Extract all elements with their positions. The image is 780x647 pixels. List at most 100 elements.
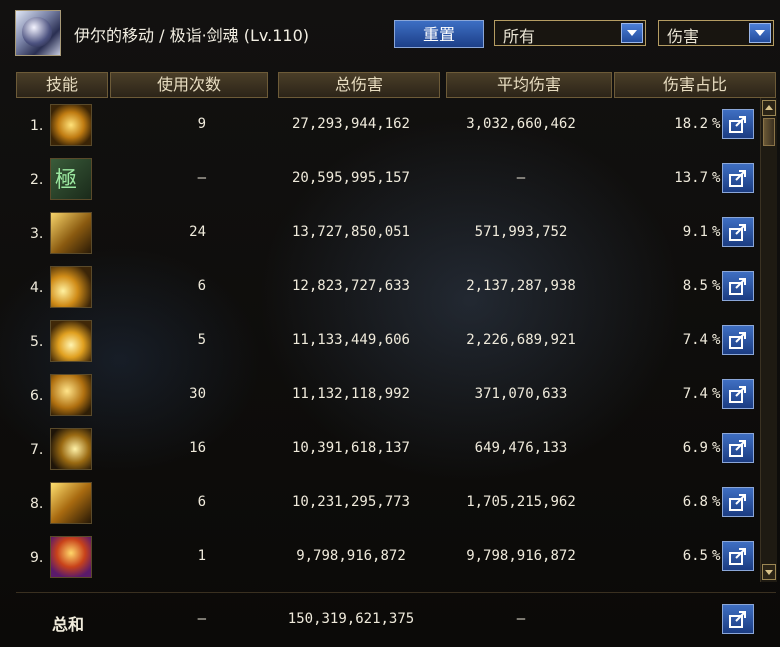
percent-sign: % <box>712 278 721 294</box>
character-avatar <box>15 10 61 56</box>
column-header-uses[interactable]: 使用次数 <box>110 72 268 98</box>
share-button[interactable] <box>722 487 754 517</box>
row-uses: 6 <box>197 494 206 510</box>
percent-sign: % <box>712 548 721 564</box>
percent-sign: % <box>712 386 721 402</box>
row-total-damage: 11,133,449,606 <box>291 332 410 348</box>
crescent-skill-icon <box>50 428 92 470</box>
row-total-damage: 13,727,850,051 <box>291 224 410 240</box>
row-average-damage: 2,137,287,938 <box>466 278 576 294</box>
row-uses: 1 <box>197 548 206 564</box>
share-button[interactable] <box>722 379 754 409</box>
row-average-damage: 2,226,689,921 <box>466 332 576 348</box>
row-average-damage: – <box>516 170 526 186</box>
row-total-damage: 11,132,118,992 <box>291 386 410 402</box>
percent-sign: % <box>712 170 721 186</box>
row-rank: 6. <box>30 388 44 404</box>
row-average-damage: 1,705,215,962 <box>466 494 576 510</box>
row-average-damage: 371,070,633 <box>474 386 568 402</box>
table-header: 技能 使用次数 总伤害 平均伤害 伤害占比 <box>16 72 778 98</box>
table-row[interactable]: 2. 極 – 20,595,995,157 – 13.7 % <box>16 152 760 206</box>
total-uses: – <box>197 611 206 627</box>
share-button[interactable] <box>722 109 754 139</box>
explosion-skill-icon <box>50 536 92 578</box>
row-rank: 4. <box>30 280 44 296</box>
share-button[interactable] <box>722 541 754 571</box>
row-rank: 1. <box>30 118 44 134</box>
row-damage-share: 7.4 <box>682 332 708 348</box>
total-row: 总和 – 150,319,621,375 – <box>16 592 776 647</box>
row-total-damage: 9,798,916,872 <box>296 548 406 564</box>
metric-dropdown[interactable]: 伤害 <box>658 20 774 46</box>
chevron-down-icon[interactable] <box>749 23 771 43</box>
row-uses: 16 <box>189 440 206 456</box>
share-button[interactable] <box>722 163 754 193</box>
row-rank: 8. <box>30 496 44 512</box>
filter-dropdown[interactable]: 所有 <box>494 20 646 46</box>
column-header-total[interactable]: 总伤害 <box>278 72 440 98</box>
flowing-arc-skill-icon <box>50 374 92 416</box>
table-row[interactable]: 3. 24 13,727,850,051 571,993,752 9.1 % <box>16 206 760 260</box>
row-total-damage: 20,595,995,157 <box>291 170 410 186</box>
share-button[interactable] <box>722 604 754 634</box>
table-scrollbar[interactable] <box>760 98 777 582</box>
column-header-skill[interactable]: 技能 <box>16 72 108 98</box>
column-header-share[interactable]: 伤害占比 <box>614 72 776 98</box>
blade-rush-skill-icon <box>50 482 92 524</box>
row-total-damage: 27,293,944,162 <box>291 116 410 132</box>
reset-button[interactable]: 重置 <box>394 20 484 48</box>
table-row[interactable]: 6. 30 11,132,118,992 371,070,633 7.4 % <box>16 368 760 422</box>
row-uses: 30 <box>189 386 206 402</box>
row-average-damage: 571,993,752 <box>474 224 568 240</box>
row-rank: 5. <box>30 334 44 350</box>
svg-text:極: 極 <box>55 168 77 193</box>
percent-sign: % <box>712 224 721 240</box>
awakening-glyph-skill-icon: 極 <box>50 158 92 200</box>
filter-dropdown-value: 所有 <box>503 27 536 46</box>
total-label: 总和 <box>52 615 85 634</box>
row-total-damage: 12,823,727,633 <box>291 278 410 294</box>
table-row[interactable]: 4. 6 12,823,727,633 2,137,287,938 8.5 % <box>16 260 760 314</box>
row-uses: 5 <box>197 332 206 348</box>
table-row[interactable]: 1. 9 27,293,944,162 3,032,660,462 18.2 % <box>16 98 760 152</box>
table-row[interactable]: 8. 6 10,231,295,773 1,705,215,962 6.8 % <box>16 476 760 530</box>
percent-sign: % <box>712 332 721 348</box>
row-rank: 9. <box>30 550 44 566</box>
row-uses: – <box>197 170 206 186</box>
scroll-up-icon[interactable] <box>762 100 776 116</box>
flowing-strike-skill-icon <box>50 212 92 254</box>
table-row[interactable]: 9. 1 9,798,916,872 9,798,916,872 6.5 % <box>16 530 760 584</box>
share-button[interactable] <box>722 271 754 301</box>
table-row[interactable]: 7. 16 10,391,618,137 649,476,133 6.9 % <box>16 422 760 476</box>
row-average-damage: 649,476,133 <box>474 440 568 456</box>
row-rank: 3. <box>30 226 44 242</box>
row-damage-share: 7.4 <box>682 386 708 402</box>
golden-slash-skill-icon <box>50 104 92 146</box>
percent-sign: % <box>712 116 721 132</box>
share-button[interactable] <box>722 217 754 247</box>
window-header: 伊尔的移动 / 极诣·剑魂 (Lv.110) 重置 所有 伤害 <box>0 0 780 64</box>
percent-sign: % <box>712 440 721 456</box>
metric-dropdown-value: 伤害 <box>667 27 700 46</box>
arc-slash-skill-icon <box>50 266 92 308</box>
row-damage-share: 6.9 <box>682 440 708 456</box>
row-average-damage: 9,798,916,872 <box>466 548 576 564</box>
scroll-down-icon[interactable] <box>762 564 776 580</box>
chevron-down-icon[interactable] <box>621 23 643 43</box>
row-damage-share: 18.2 <box>674 116 708 132</box>
character-title: 伊尔的移动 / 极诣·剑魂 (Lv.110) <box>74 26 309 45</box>
row-rank: 7. <box>30 442 44 458</box>
row-total-damage: 10,391,618,137 <box>291 440 410 456</box>
row-damage-share: 8.5 <box>682 278 708 294</box>
scroll-thumb[interactable] <box>763 118 775 146</box>
row-damage-share: 6.5 <box>682 548 708 564</box>
percent-sign: % <box>712 494 721 510</box>
row-damage-share: 9.1 <box>682 224 708 240</box>
column-header-average[interactable]: 平均伤害 <box>446 72 612 98</box>
share-button[interactable] <box>722 433 754 463</box>
table-row[interactable]: 5. 5 11,133,449,606 2,226,689,921 7.4 % <box>16 314 760 368</box>
share-button[interactable] <box>722 325 754 355</box>
row-uses: 9 <box>197 116 206 132</box>
row-rank: 2. <box>30 172 44 188</box>
burst-slash-skill-icon <box>50 320 92 362</box>
